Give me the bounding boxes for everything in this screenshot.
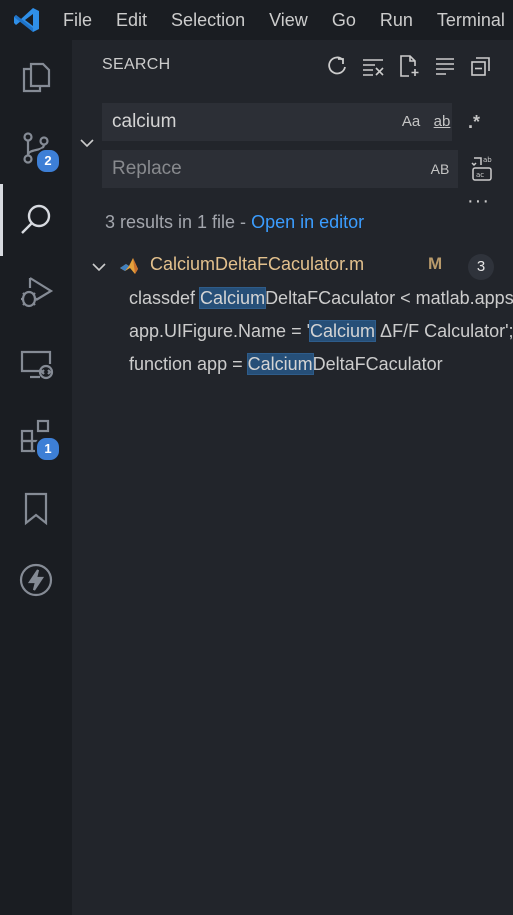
match-prefix: function app = <box>129 354 248 374</box>
bookmark-icon <box>24 492 48 526</box>
collapse-all-icon <box>471 57 490 76</box>
matlab-file-icon <box>120 258 138 274</box>
remote-explorer-button[interactable] <box>0 328 72 400</box>
svg-text:ac: ac <box>476 171 484 179</box>
menu-file[interactable]: File <box>51 0 104 40</box>
remote-explorer-icon <box>20 350 54 380</box>
vscode-logo-icon <box>14 8 39 32</box>
search-query-text: calcium <box>112 111 177 132</box>
menu-edit[interactable]: Edit <box>104 0 159 40</box>
results-summary: 3 results in 1 file - Open in editor <box>105 212 364 233</box>
preserve-case-toggle[interactable]: AB <box>428 157 452 181</box>
view-as-tree-button[interactable] <box>433 53 457 79</box>
match-prefix: app.UIFigure.Name = ' <box>129 321 311 341</box>
menu-bar: File Edit Selection View Go Run Terminal <box>51 0 513 40</box>
match-case-toggle[interactable]: Aa <box>399 110 423 134</box>
bookmarks-button[interactable] <box>0 472 72 544</box>
match-highlight: Calcium <box>246 353 314 375</box>
refresh-icon <box>328 56 346 75</box>
match-suffix: DeltaFCaculator < matlab.apps.AppBase <box>265 288 513 308</box>
menu-go[interactable]: Go <box>320 0 368 40</box>
svg-text:ab: ab <box>483 156 492 164</box>
title-bar: File Edit Selection View Go Run Terminal <box>0 0 513 40</box>
search-view-button[interactable] <box>0 184 72 256</box>
match-highlight: Calcium <box>199 287 267 309</box>
match-line[interactable]: function app = CalciumDeltaFCaculator <box>129 351 513 377</box>
list-icon <box>436 58 454 75</box>
lightning-button[interactable] <box>0 544 72 616</box>
menu-view[interactable]: View <box>257 0 320 40</box>
whole-word-toggle[interactable]: ab <box>429 110 455 134</box>
extensions-badge: 1 <box>35 436 61 462</box>
activity-bar: 2 1 <box>0 40 72 915</box>
open-in-editor-link[interactable]: Open in editor <box>251 212 364 232</box>
match-suffix: ΔF/F Calculator'; <box>375 321 513 341</box>
new-search-editor-button[interactable] <box>397 53 421 79</box>
match-suffix: DeltaFCaculator <box>312 354 443 374</box>
lightning-icon <box>19 563 53 597</box>
match-highlight: Calcium <box>309 320 377 342</box>
result-file-row[interactable]: CalciumDeltaFCaculator.m M 3 <box>72 252 513 280</box>
source-control-button[interactable]: 2 <box>0 112 72 184</box>
match-count-badge: 3 <box>468 254 494 280</box>
pane-title: SEARCH <box>102 56 171 73</box>
match-prefix: classdef <box>129 288 201 308</box>
explorer-button[interactable] <box>0 40 72 112</box>
header-actions <box>325 53 493 79</box>
clear-results-icon <box>363 59 384 76</box>
search-sidebar: SEARCH calcium Aa ab .* Replace AB ab ac… <box>72 40 513 915</box>
replace-placeholder: Replace <box>112 158 182 179</box>
replace-all-icon[interactable]: ab ac <box>470 154 494 182</box>
clear-results-button[interactable] <box>361 53 385 79</box>
match-line[interactable]: app.UIFigure.Name = 'Calcium ΔF/F Calcul… <box>129 318 513 344</box>
match-line[interactable]: classdef CalciumDeltaFCaculator < matlab… <box>129 285 513 311</box>
files-icon <box>22 62 51 93</box>
toggle-replace-chevron-icon[interactable] <box>78 134 96 152</box>
collapse-all-button[interactable] <box>469 53 493 79</box>
search-input[interactable]: calcium Aa ab .* <box>102 103 480 141</box>
menu-run[interactable]: Run <box>368 0 425 40</box>
new-file-icon <box>400 55 419 77</box>
menu-terminal[interactable]: Terminal <box>425 0 513 40</box>
replace-input[interactable]: Replace AB <box>102 150 458 188</box>
run-debug-icon <box>21 277 54 308</box>
regex-toggle[interactable]: .* <box>463 110 485 134</box>
menu-selection[interactable]: Selection <box>159 0 257 40</box>
search-icon <box>21 204 51 234</box>
git-modified-badge: M <box>428 254 443 273</box>
more-options-button[interactable]: ··· <box>467 190 490 213</box>
results-count-text: 3 results in 1 file - <box>105 212 252 232</box>
chevron-down-icon[interactable] <box>90 258 108 276</box>
refresh-button[interactable] <box>325 53 349 79</box>
scm-badge: 2 <box>35 148 61 174</box>
run-debug-button[interactable] <box>0 256 72 328</box>
result-file-name: CalciumDeltaFCaculator.m <box>150 254 365 274</box>
extensions-button[interactable]: 1 <box>0 400 72 472</box>
